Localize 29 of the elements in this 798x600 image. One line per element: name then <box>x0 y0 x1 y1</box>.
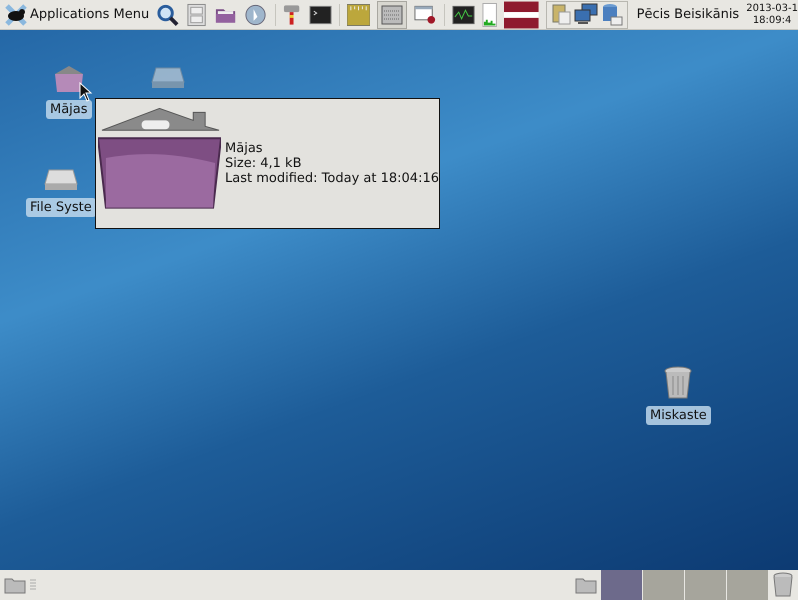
paintbrush-icon[interactable] <box>282 2 302 26</box>
user-name[interactable]: Pēcis Beisikānis <box>636 7 740 22</box>
search-icon[interactable] <box>156 2 180 26</box>
panel-handle-icon[interactable] <box>30 579 36 591</box>
flag-icon[interactable] <box>504 0 539 28</box>
mouse-logo-icon <box>4 4 28 26</box>
trash-can-icon[interactable] <box>772 572 794 598</box>
window-record-icon[interactable] <box>414 4 437 24</box>
desktop-icon-label[interactable]: Mājas <box>46 100 92 119</box>
ruler-icon[interactable] <box>346 4 370 26</box>
terminal-icon[interactable] <box>308 4 332 24</box>
trash-can-icon[interactable] <box>663 366 694 400</box>
file-cabinet-icon[interactable] <box>186 2 208 26</box>
tooltip-file-name: Mājas <box>225 141 264 156</box>
tooltip-file-size: Size: 4,1 kB <box>225 156 302 171</box>
battery-meter-icon <box>482 2 498 28</box>
desktop-icon-label[interactable]: File Syste <box>26 198 96 217</box>
tooltip-modified-date: Last modified: Today at 18:04:16 <box>225 171 439 186</box>
mouse-pointer-icon <box>79 82 93 102</box>
screen-pattern-icon <box>380 4 403 24</box>
folder-icon[interactable] <box>4 576 26 594</box>
system-monitor-icon[interactable] <box>452 4 475 24</box>
network-computers-icon[interactable] <box>574 2 598 24</box>
clipboard-icon[interactable] <box>550 2 572 24</box>
screenshot-button[interactable] <box>376 0 407 28</box>
folder-icon[interactable] <box>575 576 597 594</box>
applications-menu-button[interactable]: Applications Menu <box>4 4 150 26</box>
clock[interactable]: 2013-03-1 18:09:4 <box>746 2 798 26</box>
desktop-icon-label[interactable]: Miskaste <box>646 406 711 425</box>
